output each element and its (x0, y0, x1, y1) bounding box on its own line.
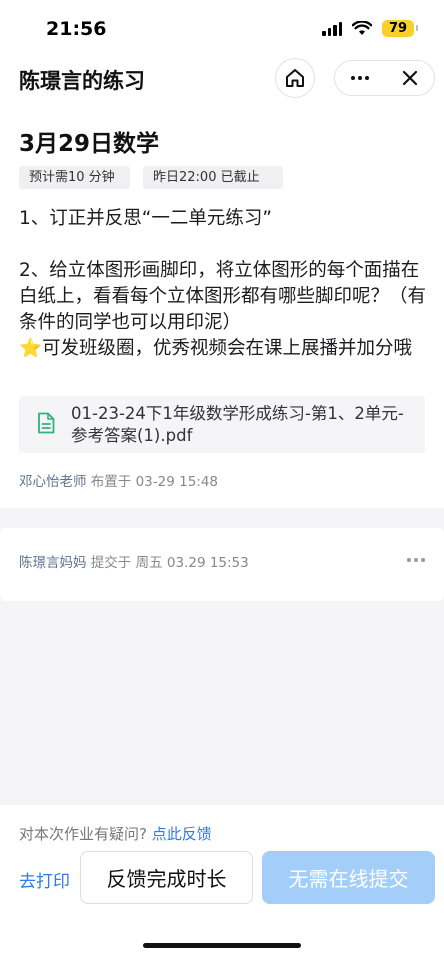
report-duration-button[interactable]: 反馈完成时长 (80, 851, 253, 904)
page-title: 陈璟言的练习 (19, 69, 145, 93)
status-bar: 21:56 79 (0, 0, 444, 56)
homework-title: 3月29日数学 (19, 131, 160, 157)
published-time: 03-29 15:48 (135, 474, 219, 490)
task-item-1: 1、订正并反思“一二单元练习” (19, 208, 272, 229)
teacher-name[interactable]: 邓心怡老师 (19, 474, 87, 490)
star-icon: ⭐ (19, 338, 43, 359)
home-button[interactable] (275, 58, 315, 98)
battery-icon: 79 (382, 20, 418, 37)
status-time: 21:56 (46, 18, 107, 40)
nav-bar: 陈璟言的练习 (0, 56, 444, 104)
submitted-time: 周五 03.29 15:53 (135, 555, 249, 571)
home-indicator[interactable] (143, 943, 301, 948)
feedback-question: 对本次作业有疑问? (19, 825, 147, 843)
attachment-filename: 01-23-24下1年级数学形成练习-第1、2单元-参考答案(1).pdf (71, 404, 404, 445)
status-icons: 79 (322, 20, 418, 37)
close-button[interactable] (385, 61, 435, 95)
task-item-3: ⭐可发班级圈，优秀视频会在课上展播并加分哦 (19, 336, 429, 362)
submitted-label: 提交于 (90, 555, 132, 571)
homework-content: 1、订正并反思“一二单元练习” 2、给立体图形画脚印，将立体图形的每个面描在白纸… (19, 206, 429, 362)
submit-button[interactable]: 无需在线提交 (262, 851, 435, 904)
task-item-3-text: 可发班级圈，优秀视频会在课上展播并加分哦 (42, 338, 413, 359)
home-icon (286, 69, 304, 87)
published-label: 布置于 (90, 474, 132, 490)
deadline-tag: 昨日22:00 已截止 (143, 166, 283, 189)
print-button[interactable]: 去打印 (19, 867, 70, 892)
submission-card[interactable]: 陈璟言妈妈 提交于 周五 03.29 15:53 (0, 528, 444, 601)
submission-info: 陈璟言妈妈 提交于 周五 03.29 15:53 (19, 551, 249, 571)
publisher-info: 邓心怡老师 布置于 03-29 15:48 (19, 470, 218, 490)
task-item-2: 2、给立体图形画脚印，将立体图形的每个面描在白纸上，看看每个立体图形都有哪些脚印… (19, 260, 427, 333)
close-icon (402, 70, 418, 86)
submitter-name[interactable]: 陈璟言妈妈 (19, 555, 87, 571)
feedback-prompt: 对本次作业有疑问? 点此反馈 (19, 823, 212, 844)
feedback-link[interactable]: 点此反馈 (152, 825, 212, 843)
attachment-file[interactable]: 01-23-24下1年级数学形成练习-第1、2单元-参考答案(1).pdf (19, 396, 425, 453)
document-icon (38, 412, 55, 434)
wifi-icon (352, 21, 372, 35)
more-menu-button[interactable] (335, 61, 385, 95)
submission-more-button[interactable] (407, 558, 425, 562)
mini-program-capsule (334, 60, 435, 96)
homework-card: 3月29日数学 预计需10 分钟 昨日22:00 已截止 1、订正并反思“一二单… (0, 104, 444, 508)
estimated-time-tag: 预计需10 分钟 (19, 166, 130, 189)
cellular-signal-icon (322, 21, 342, 36)
bottom-action-bar: 对本次作业有疑问? 点此反馈 去打印 反馈完成时长 无需在线提交 (0, 805, 444, 960)
